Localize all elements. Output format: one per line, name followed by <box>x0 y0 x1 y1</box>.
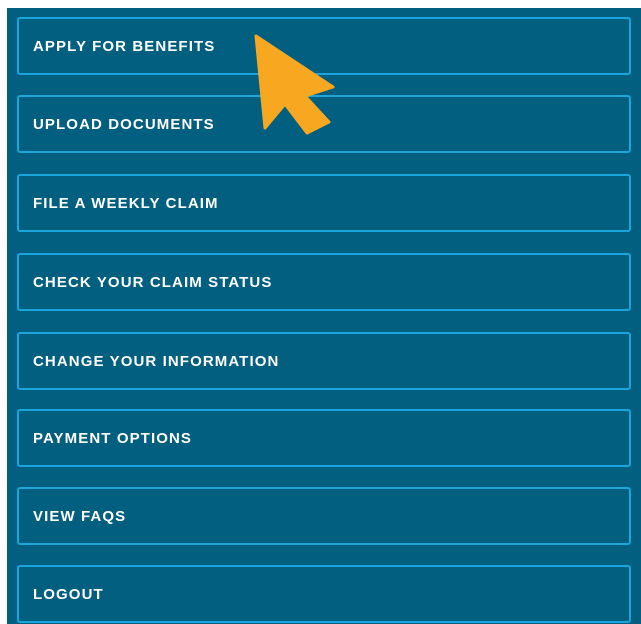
change-information-button[interactable]: CHANGE YOUR INFORMATION <box>17 332 631 390</box>
logout-button[interactable]: LOGOUT <box>17 565 631 623</box>
file-weekly-claim-button[interactable]: FILE A WEEKLY CLAIM <box>17 174 631 232</box>
view-faqs-button[interactable]: VIEW FAQS <box>17 487 631 545</box>
payment-options-button[interactable]: PAYMENT OPTIONS <box>17 409 631 467</box>
arrow-cursor-icon <box>254 34 335 135</box>
check-claim-status-button[interactable]: CHECK YOUR CLAIM STATUS <box>17 253 631 311</box>
